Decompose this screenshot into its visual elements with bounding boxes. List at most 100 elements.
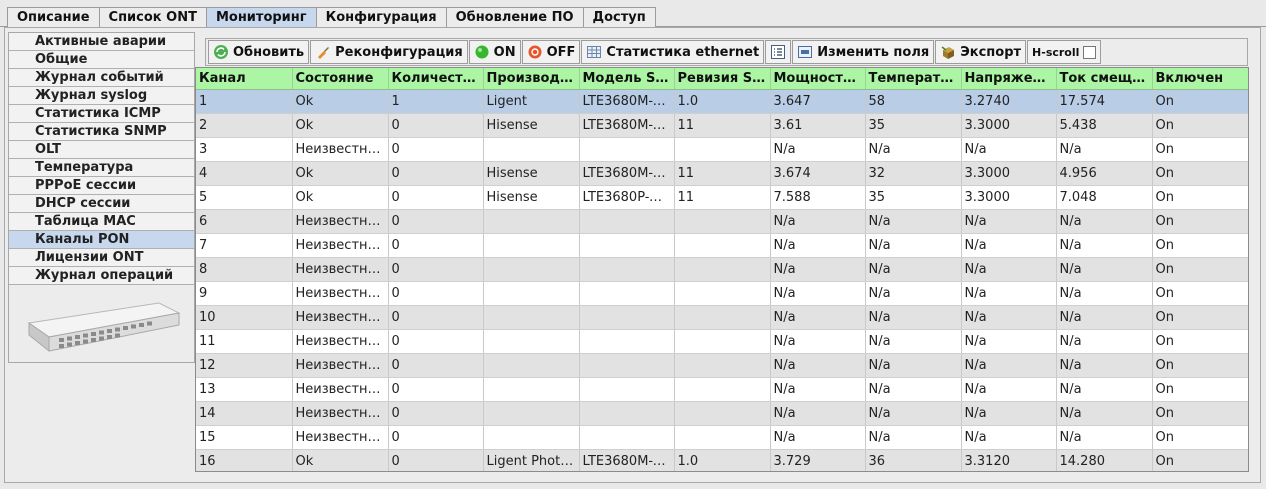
table-cell: 0 bbox=[388, 329, 484, 354]
table-row[interactable]: 1 Ok 1 Ligent LTE3680M-B… 1.0 3.647 58 3.2740 17.… bbox=[196, 89, 1248, 114]
table-cell: N/a bbox=[1056, 305, 1153, 330]
table-icon bbox=[587, 46, 602, 58]
sidebar-item-pon-channels[interactable]: Каналы PON bbox=[9, 231, 194, 249]
table-row[interactable]: 3 Неизвестно… 0 N/a N/a N/a N/a On bbox=[196, 137, 1248, 162]
table-cell: 0 bbox=[388, 209, 484, 234]
table-cell bbox=[674, 305, 771, 330]
table-row[interactable]: 2 Ok 0 Hisense LTE3680M-B… 11 3.61 35 3.3000 5.43… bbox=[196, 113, 1248, 138]
sidebar-item-ont-licenses[interactable]: Лицензии ONT bbox=[9, 249, 194, 267]
table-cell: On bbox=[1152, 353, 1248, 378]
table-cell: N/a bbox=[865, 137, 962, 162]
edit-fields-button[interactable]: Изменить поля bbox=[792, 40, 935, 64]
tab-access[interactable]: Доступ bbox=[582, 7, 656, 27]
column-header-count[interactable]: Количеств… bbox=[388, 68, 484, 90]
sidebar-item-operations-log[interactable]: Журнал операций bbox=[9, 267, 194, 285]
column-header-channel[interactable]: Канал bbox=[196, 68, 293, 90]
table-cell: Ok bbox=[292, 449, 389, 471]
table-cell: On bbox=[1152, 401, 1248, 426]
table-cell: 0 bbox=[388, 281, 484, 306]
column-header-vendor[interactable]: Производ… bbox=[483, 68, 580, 90]
table-cell: N/a bbox=[1056, 329, 1153, 354]
table-cell: LTE3680M-B… bbox=[579, 113, 675, 138]
hscroll-checkbox[interactable] bbox=[1083, 45, 1097, 59]
table-cell: 3 bbox=[196, 137, 293, 162]
sidebar: Активные аварии Общие Журнал событий Жур… bbox=[8, 32, 195, 363]
sidebar-item-event-log[interactable]: Журнал событий bbox=[9, 69, 194, 87]
off-button[interactable]: OFF bbox=[521, 40, 581, 64]
tab-description[interactable]: Описание bbox=[7, 7, 100, 27]
column-header-state[interactable]: Состояние bbox=[292, 68, 389, 90]
column-header-bias-current[interactable]: Ток смеще… bbox=[1056, 68, 1153, 90]
sidebar-item-syslog[interactable]: Журнал syslog bbox=[9, 87, 194, 105]
table-row[interactable]: 15 Неизвестно… 0 N/a N/a N/a N/a On bbox=[196, 425, 1248, 450]
table-row[interactable]: 7 Неизвестно… 0 N/a N/a N/a N/a On bbox=[196, 233, 1248, 258]
column-header-sfp-revision[interactable]: Ревизия SFP bbox=[674, 68, 771, 90]
table-row[interactable]: 14 Неизвестно… 0 N/a N/a N/a N/a On bbox=[196, 401, 1248, 426]
table-cell: Неизвестно… bbox=[292, 137, 389, 162]
table-row[interactable]: 8 Неизвестно… 0 N/a N/a N/a N/a On bbox=[196, 257, 1248, 282]
reconfigure-label: Реконфигурация bbox=[335, 44, 463, 60]
refresh-button[interactable]: Обновить bbox=[208, 40, 310, 64]
sidebar-item-dhcp-sessions[interactable]: DHCP сессии bbox=[9, 195, 194, 213]
table-cell: 0 bbox=[388, 449, 484, 471]
column-header-temperature[interactable]: Температу… bbox=[865, 68, 962, 90]
table-cell: 0 bbox=[388, 305, 484, 330]
column-header-power[interactable]: Мощность… bbox=[770, 68, 866, 90]
table-cell: N/a bbox=[770, 209, 866, 234]
tab-monitoring[interactable]: Мониторинг bbox=[205, 7, 317, 27]
table-row[interactable]: 16 Ok 0 Ligent Photo… LTE3680M-B… 1.0 3.729 36 3… bbox=[196, 449, 1248, 471]
table-cell: N/a bbox=[770, 425, 866, 450]
sidebar-item-olt[interactable]: OLT bbox=[9, 141, 194, 159]
table-row[interactable]: 10 Неизвестно… 0 N/a N/a N/a N/a On bbox=[196, 305, 1248, 330]
table-cell: N/a bbox=[1056, 209, 1153, 234]
sidebar-item-active-alarms[interactable]: Активные аварии bbox=[9, 33, 194, 51]
table-cell: 3.61 bbox=[770, 113, 866, 138]
export-button[interactable]: Экспорт bbox=[935, 40, 1027, 64]
table-row[interactable]: 5 Ok 0 Hisense LTE3680P-B… 11 7.588 35 3.3000 7.0… bbox=[196, 185, 1248, 210]
sidebar-item-pppoe-sessions[interactable]: PPPoE сессии bbox=[9, 177, 194, 195]
table-cell: 0 bbox=[388, 257, 484, 282]
table-cell: 0 bbox=[388, 113, 484, 138]
table-cell: N/a bbox=[865, 305, 962, 330]
table-row[interactable]: 13 Неизвестно… 0 N/a N/a N/a N/a On bbox=[196, 377, 1248, 402]
table-cell: 58 bbox=[865, 89, 962, 114]
sidebar-item-general[interactable]: Общие bbox=[9, 51, 194, 69]
table-cell: 3.3000 bbox=[961, 185, 1057, 210]
column-header-enabled[interactable]: Включен bbox=[1152, 68, 1248, 90]
table-cell: N/a bbox=[770, 377, 866, 402]
edit-fields-label: Изменить поля bbox=[817, 44, 930, 60]
table-row[interactable]: 9 Неизвестно… 0 N/a N/a N/a N/a On bbox=[196, 281, 1248, 306]
table-cell: Неизвестно… bbox=[292, 377, 389, 402]
sidebar-item-snmp-stats[interactable]: Статистика SNMP bbox=[9, 123, 194, 141]
on-button[interactable]: ON bbox=[468, 40, 521, 64]
off-label: OFF bbox=[546, 44, 576, 60]
table-cell bbox=[483, 353, 580, 378]
columns-button[interactable] bbox=[765, 40, 792, 64]
sidebar-item-icmp-stats[interactable]: Статистика ICMP bbox=[9, 105, 194, 123]
table-cell: Неизвестно… bbox=[292, 233, 389, 258]
table-cell: 0 bbox=[388, 353, 484, 378]
table-row[interactable]: 4 Ok 0 Hisense LTE3680M-B… 11 3.674 32 3.3000 4.9… bbox=[196, 161, 1248, 186]
sidebar-item-mac-table[interactable]: Таблица МАС bbox=[9, 213, 194, 231]
sidebar-item-temperature[interactable]: Температура bbox=[9, 159, 194, 177]
table-cell: 7.048 bbox=[1056, 185, 1153, 210]
column-header-sfp-model[interactable]: Модель SFP bbox=[579, 68, 675, 90]
table-cell: On bbox=[1152, 449, 1248, 471]
table-row[interactable]: 12 Неизвестно… 0 N/a N/a N/a N/a On bbox=[196, 353, 1248, 378]
table-cell: N/a bbox=[865, 377, 962, 402]
table-cell: N/a bbox=[961, 377, 1057, 402]
table-cell: 3.729 bbox=[770, 449, 866, 471]
tab-firmware-update[interactable]: Обновление ПО bbox=[445, 7, 584, 27]
reconfigure-button[interactable]: Реконфигурация bbox=[310, 40, 468, 64]
table-cell: 35 bbox=[865, 185, 962, 210]
hscroll-toggle[interactable]: H-scroll bbox=[1027, 40, 1102, 64]
column-header-voltage[interactable]: Напряжен… bbox=[961, 68, 1057, 90]
table-cell: N/a bbox=[770, 137, 866, 162]
table-row[interactable]: 11 Неизвестно… 0 N/a N/a N/a N/a On bbox=[196, 329, 1248, 354]
ethernet-stats-button[interactable]: Статистика ethernet bbox=[581, 40, 765, 64]
tab-ont-list[interactable]: Список ONT bbox=[98, 7, 207, 27]
table-cell bbox=[579, 329, 675, 354]
table-cell: 0 bbox=[388, 137, 484, 162]
tab-configuration[interactable]: Конфигурация bbox=[315, 7, 447, 27]
table-row[interactable]: 6 Неизвестно… 0 N/a N/a N/a N/a On bbox=[196, 209, 1248, 234]
